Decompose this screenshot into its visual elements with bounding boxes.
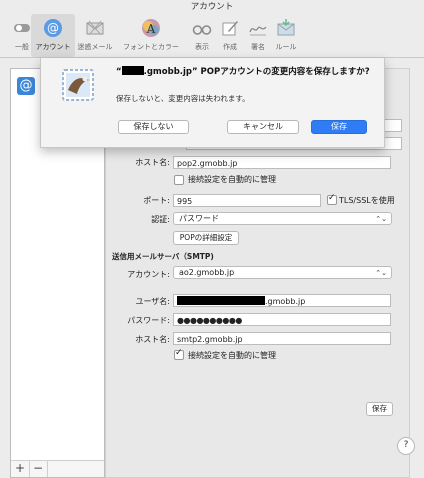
save-changes-sheet: “.gmobb.jp” POPアカウントの変更内容を保存しますか? 保存しないと… <box>40 58 385 148</box>
toolbar-label: ルール <box>275 43 297 51</box>
account-at-icon[interactable]: @ <box>17 77 35 95</box>
incoming-host-label: ホスト名: <box>135 158 170 167</box>
toolbar-label: アカウント <box>35 43 71 51</box>
sheet-message: 保存しないと、変更内容は失われます。 <box>116 94 250 103</box>
toolbar-junk[interactable]: 迷惑メール <box>73 14 117 57</box>
window-title: アカウント <box>190 2 234 12</box>
auth-popup-value: パスワード <box>179 214 219 223</box>
smtp-auto-manage-checkbox[interactable] <box>174 348 184 360</box>
pop-advanced-button[interactable]: POPの詳細設定 <box>173 231 239 245</box>
junk-mail-icon <box>86 20 104 36</box>
toolbar-accounts[interactable]: @ アカウント <box>31 14 75 57</box>
port-label: ポート: <box>143 196 170 205</box>
smtp-auto-manage-label: 接続設定を自動的に管理 <box>188 351 276 360</box>
incoming-auto-manage-label: 接続設定を自動的に管理 <box>188 175 276 184</box>
auth-popup[interactable]: パスワード ⌃⌄ <box>173 212 392 225</box>
smtp-password-field[interactable]: ●●●●●●●●●● <box>173 313 391 326</box>
toolbar-label: フォントとカラー <box>123 43 179 51</box>
general-switch-icon <box>14 24 30 32</box>
cancel-button[interactable]: キャンセル <box>227 120 299 134</box>
add-account-button[interactable]: + <box>11 461 30 477</box>
incoming-host-field[interactable]: pop2.gmobb.jp <box>173 156 391 169</box>
auth-label: 認証: <box>151 215 170 224</box>
redacted-block <box>121 66 144 75</box>
smtp-account-value: ao2.gmobb.jp <box>179 268 235 277</box>
smtp-account-label: アカウント: <box>127 270 170 279</box>
tls-label: TLS/SSLを使用 <box>339 196 395 205</box>
at-sign-icon: @ <box>44 19 62 37</box>
help-button[interactable]: ? <box>397 437 415 455</box>
toolbar-rules[interactable]: ルール <box>264 14 308 57</box>
sheet-save-button[interactable]: 保存 <box>311 120 367 134</box>
incoming-auto-manage-checkbox[interactable] <box>174 175 184 185</box>
mail-stamp-icon <box>62 69 94 101</box>
redacted-block <box>177 296 265 305</box>
smtp-host-label: ホスト名: <box>135 335 170 344</box>
chevron-updown-icon: ⌃⌄ <box>375 215 387 223</box>
tls-checkbox[interactable] <box>327 193 337 205</box>
smtp-host-field[interactable]: smtp2.gmobb.jp <box>173 332 391 345</box>
smtp-username-label: ユーザ名: <box>135 297 170 306</box>
smtp-account-popup[interactable]: ao2.gmobb.jp ⌃⌄ <box>173 266 392 279</box>
sheet-title: “.gmobb.jp” POPアカウントの変更内容を保存しますか? <box>116 66 370 77</box>
toolbar-label: 迷惑メール <box>77 43 113 51</box>
smtp-section-title: 送信用メールサーバ（SMTP) <box>112 252 214 261</box>
toolbar-fonts[interactable]: A フォントとカラー <box>120 14 182 57</box>
font-color-icon: A <box>142 19 160 37</box>
port-field[interactable]: 995 <box>173 194 321 207</box>
remove-account-button[interactable]: − <box>29 461 48 477</box>
save-button[interactable]: 保存 <box>366 402 393 416</box>
dont-save-button[interactable]: 保存しない <box>118 120 189 134</box>
chevron-updown-icon: ⌃⌄ <box>375 269 387 277</box>
rules-envelope-icon <box>277 19 295 36</box>
preferences-toolbar: 一般 @ アカウント 迷惑メール A フォントとカラー 表示 作成 署名 ルール <box>0 14 424 58</box>
smtp-password-label: パスワード: <box>127 316 170 325</box>
smtp-username-suffix: .gmobb.jp <box>265 297 306 306</box>
svg-text:A: A <box>146 22 156 36</box>
svg-text:@: @ <box>47 21 59 35</box>
smtp-username-field[interactable]: .gmobb.jp <box>173 294 391 307</box>
